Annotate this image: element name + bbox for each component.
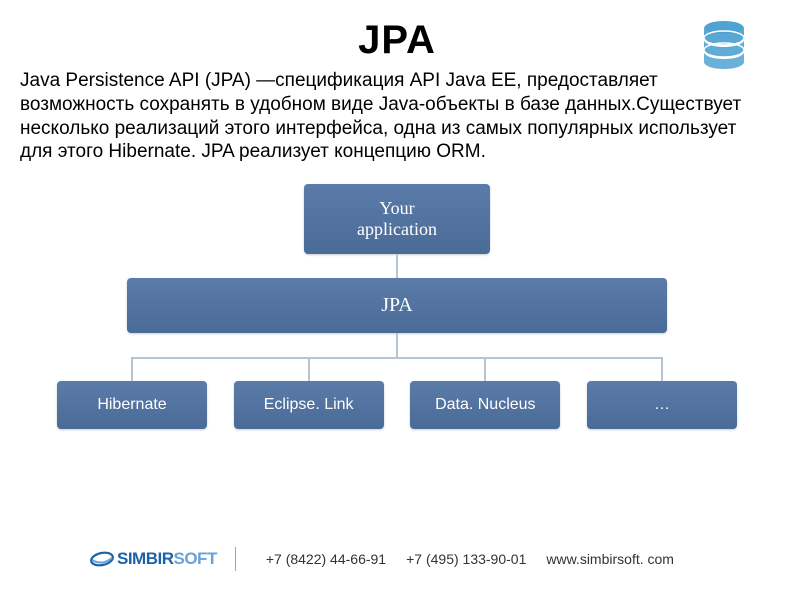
logo-text-2: SOFT <box>174 549 217 568</box>
node-your-application: Your application <box>304 184 490 254</box>
node-label: Your application <box>329 182 465 256</box>
node-eclipselink: Eclipse. Link <box>234 381 384 429</box>
description-text: Java Persistence API (JPA) —спецификация… <box>20 69 774 164</box>
leaf-row: Hibernate Eclipse. Link Data. Nucleus … <box>57 381 737 429</box>
node-hibernate: Hibernate <box>57 381 207 429</box>
database-icon <box>696 18 752 79</box>
footer-phone-1: +7 (8422) 44-66-91 <box>266 551 386 567</box>
hierarchy-diagram: Your application JPA Hibernate Eclipse. … <box>20 184 774 429</box>
connector-vertical <box>396 254 398 278</box>
page-title: JPA <box>20 18 774 63</box>
node-more: … <box>587 381 737 429</box>
node-jpa: JPA <box>127 278 667 333</box>
footer-url: www.simbirsoft. com <box>546 551 674 567</box>
node-datanucleus: Data. Nucleus <box>410 381 560 429</box>
footer-phone-2: +7 (495) 133-90-01 <box>406 551 526 567</box>
node-label: Eclipse. Link <box>264 396 354 414</box>
footer: SIMBIRSOFT +7 (8422) 44-66-91 +7 (495) 1… <box>0 547 794 571</box>
logo: SIMBIRSOFT <box>90 547 236 571</box>
node-label: … <box>654 396 670 414</box>
node-label: JPA <box>381 294 413 317</box>
logo-swoosh-icon <box>90 547 114 571</box>
node-label: Data. Nucleus <box>435 396 536 414</box>
logo-text-1: SIMBIR <box>117 549 174 568</box>
connector-horizontal <box>57 357 737 381</box>
node-label: Hibernate <box>97 396 166 414</box>
